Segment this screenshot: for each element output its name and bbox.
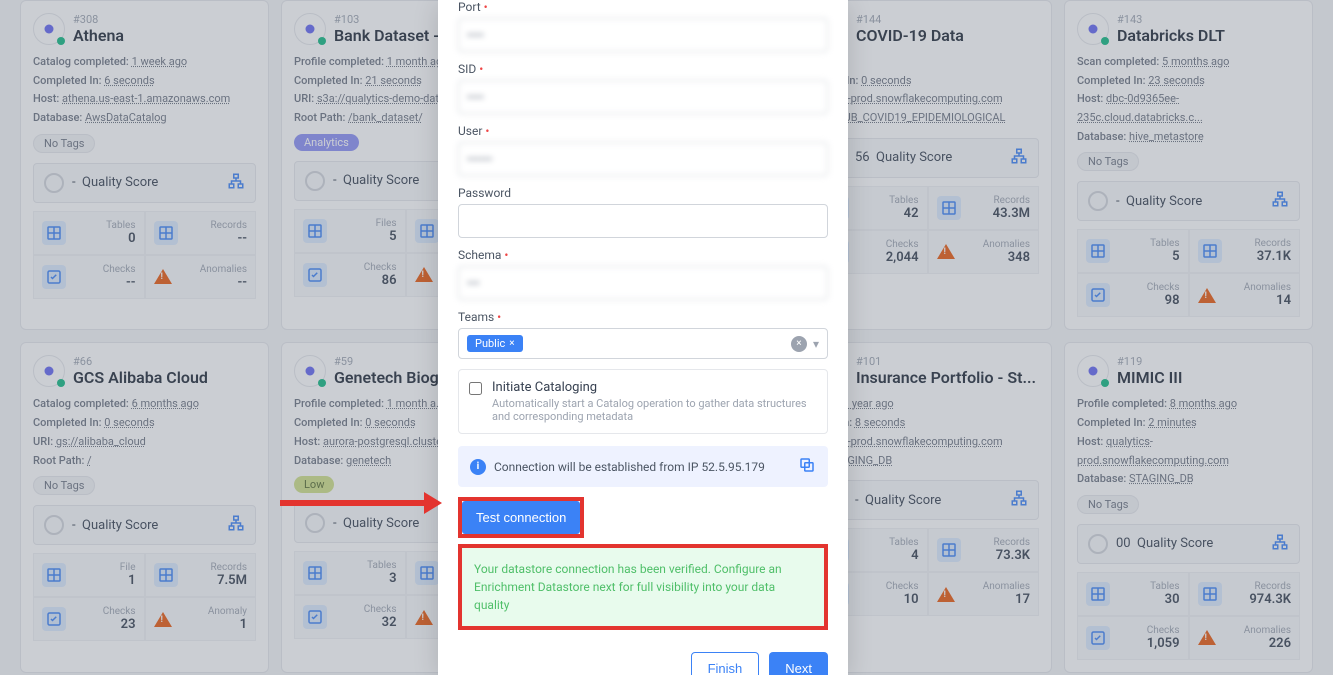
ip-notice: i Connection will be established from IP…: [458, 446, 828, 487]
info-icon: i: [470, 459, 486, 475]
teams-select[interactable]: Public× × ▾: [458, 328, 828, 359]
copy-icon[interactable]: [798, 456, 816, 477]
password-label: Password: [458, 186, 828, 200]
success-message: Your datastore connection has been verif…: [458, 544, 828, 630]
cataloging-title: Initiate Cataloging: [492, 380, 817, 395]
add-datastore-modal: Port • SID • User • Password Schema • Te…: [438, 0, 848, 675]
sid-input[interactable]: [458, 80, 828, 114]
teams-label: Teams •: [458, 310, 828, 324]
test-connection-button[interactable]: Test connection: [462, 501, 580, 534]
initiate-cataloging-option[interactable]: Initiate Cataloging Automatically start …: [458, 369, 828, 434]
sid-label: SID •: [458, 62, 828, 76]
chip-remove-icon[interactable]: ×: [509, 338, 514, 349]
password-input[interactable]: [458, 204, 828, 238]
next-button[interactable]: Next: [769, 652, 828, 675]
user-label: User •: [458, 124, 828, 138]
clear-teams-icon[interactable]: ×: [791, 336, 807, 352]
schema-input[interactable]: [458, 266, 828, 300]
port-input[interactable]: [458, 18, 828, 52]
schema-label: Schema •: [458, 248, 828, 262]
test-connection-highlight: Test connection: [458, 497, 584, 538]
port-label: Port •: [458, 0, 828, 14]
cataloging-desc: Automatically start a Catalog operation …: [492, 397, 817, 423]
finish-button[interactable]: Finish: [691, 652, 760, 675]
team-chip-public[interactable]: Public×: [467, 335, 523, 352]
initiate-cataloging-checkbox[interactable]: [469, 382, 482, 395]
user-input[interactable]: [458, 142, 828, 176]
callout-arrow: [280, 500, 430, 506]
ip-text: Connection will be established from IP 5…: [494, 460, 765, 474]
chevron-down-icon[interactable]: ▾: [813, 337, 819, 351]
